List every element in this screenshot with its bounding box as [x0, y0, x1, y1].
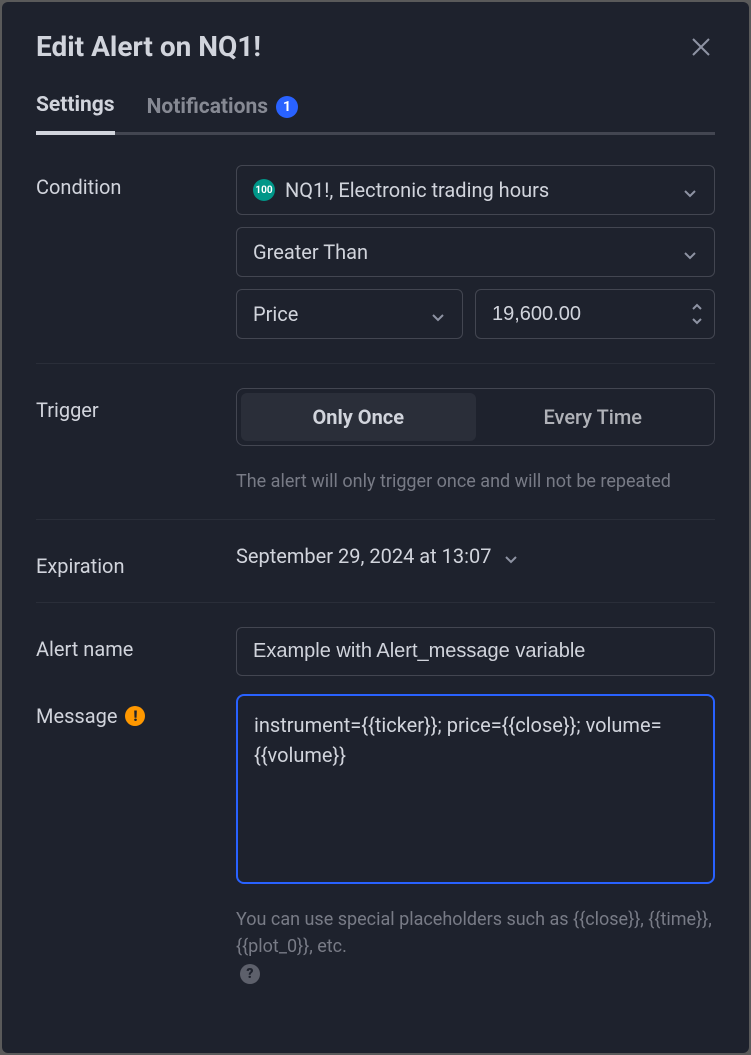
expiration-value-button[interactable]: September 29, 2024 at 13:07	[236, 544, 715, 568]
condition-operator-text: Greater Than	[253, 240, 368, 264]
condition-symbol-select[interactable]: 100 NQ1!, Electronic trading hours	[236, 165, 715, 215]
message-label: Message	[36, 704, 117, 728]
edit-alert-dialog: Edit Alert on NQ1! Settings Notification…	[2, 2, 749, 1053]
dialog-title: Edit Alert on NQ1!	[36, 30, 261, 63]
expiration-row: Expiration September 29, 2024 at 13:07	[36, 544, 715, 578]
expiration-label: Expiration	[36, 544, 236, 578]
trigger-toggle: Only Once Every Time	[236, 388, 715, 446]
condition-type-select[interactable]: Price	[236, 289, 463, 339]
trigger-row: Trigger Only Once Every Time The alert w…	[36, 388, 715, 495]
condition-value-input[interactable]	[476, 291, 690, 338]
chevron-down-icon	[682, 244, 698, 260]
trigger-every-time[interactable]: Every Time	[476, 393, 711, 441]
warning-icon: !	[125, 706, 145, 726]
condition-value-input-wrapper	[475, 289, 715, 339]
tabs: Settings Notifications 1	[36, 93, 715, 135]
chevron-down-icon	[503, 548, 519, 564]
tab-settings[interactable]: Settings	[36, 93, 115, 135]
expiration-value-text: September 29, 2024 at 13:07	[236, 544, 491, 568]
alert-name-row: Alert name	[36, 627, 715, 676]
condition-type-text: Price	[253, 302, 298, 326]
notifications-badge: 1	[276, 96, 298, 118]
value-step-up[interactable]	[690, 301, 704, 313]
condition-symbol-text: NQ1!, Electronic trading hours	[285, 178, 549, 202]
alert-name-input[interactable]	[236, 627, 715, 676]
symbol-badge: 100	[253, 179, 275, 201]
message-textarea[interactable]	[236, 694, 715, 884]
dialog-header: Edit Alert on NQ1!	[36, 30, 715, 63]
message-helper: You can use special placeholders such as…	[236, 906, 715, 984]
close-button[interactable]	[687, 33, 715, 61]
alert-name-label: Alert name	[36, 627, 236, 661]
condition-label: Condition	[36, 165, 236, 199]
message-row: Message ! You can use special placeholde…	[36, 694, 715, 984]
divider	[36, 602, 715, 603]
divider	[36, 519, 715, 520]
chevron-down-icon	[682, 182, 698, 198]
divider	[36, 363, 715, 364]
help-icon[interactable]: ?	[240, 964, 260, 984]
value-step-down[interactable]	[690, 315, 704, 327]
trigger-every-time-label: Every Time	[543, 405, 642, 429]
chevron-down-icon	[430, 306, 446, 322]
tab-notifications-label: Notifications	[147, 95, 268, 119]
condition-row: Condition 100 NQ1!, Electronic trading h…	[36, 165, 715, 339]
trigger-only-once[interactable]: Only Once	[241, 393, 476, 441]
tab-notifications[interactable]: Notifications 1	[147, 93, 298, 135]
trigger-label: Trigger	[36, 388, 236, 422]
trigger-helper: The alert will only trigger once and wil…	[236, 468, 715, 495]
trigger-only-once-label: Only Once	[312, 405, 404, 429]
tab-settings-label: Settings	[36, 93, 115, 117]
message-helper-text: You can use special placeholders such as…	[236, 906, 715, 960]
close-icon	[690, 36, 712, 58]
message-label-wrap: Message !	[36, 694, 236, 728]
condition-operator-select[interactable]: Greater Than	[236, 227, 715, 277]
